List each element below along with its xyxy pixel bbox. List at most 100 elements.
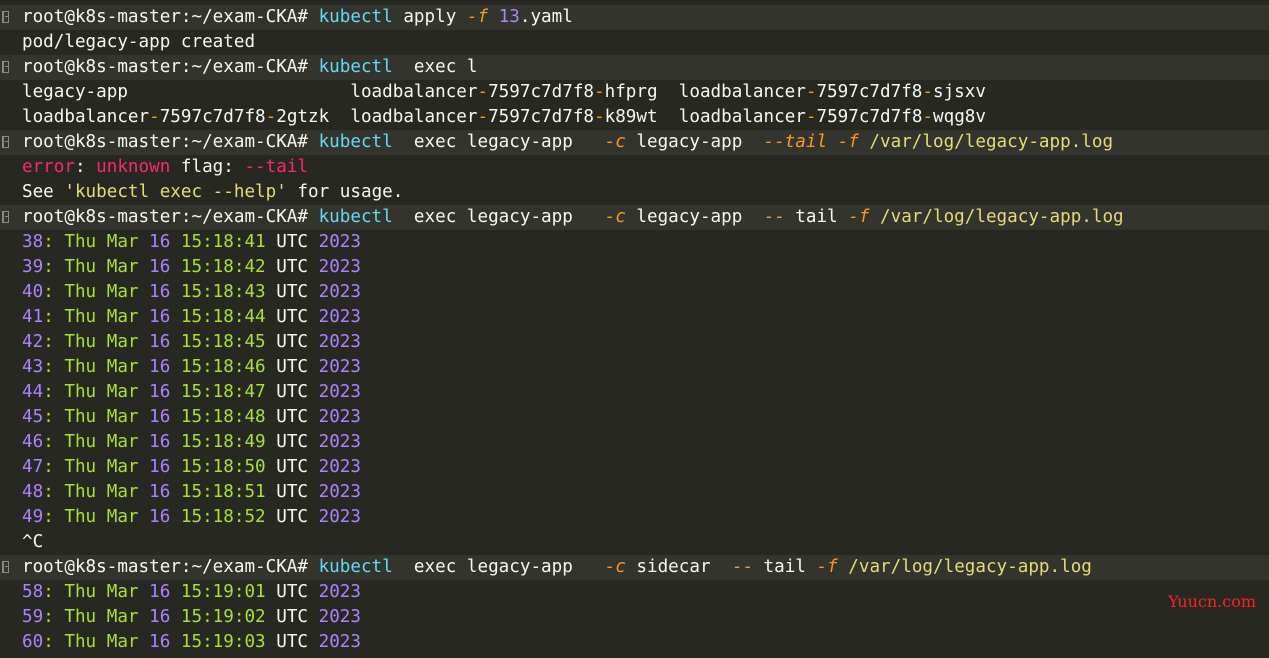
text-segment: root@k8s-master:~/exam-CKA# bbox=[22, 132, 319, 152]
text-segment: 15:19:02 bbox=[170, 607, 277, 627]
text-segment: 15:18:43 bbox=[170, 282, 277, 302]
text-segment: root@k8s-master:~/exam-CKA# bbox=[22, 7, 319, 27]
text-segment: kubectl bbox=[318, 132, 393, 152]
prompt-marker-icon bbox=[2, 11, 9, 23]
text-segment: 15:18:47 bbox=[170, 382, 277, 402]
prompt-marker-icon bbox=[2, 211, 9, 223]
text-segment: UTC bbox=[276, 607, 319, 627]
text-segment: 15:18:45 bbox=[170, 332, 277, 352]
log-line: 47: Thu Mar 16 15:18:50 UTC 2023 bbox=[0, 455, 1269, 480]
text-segment: 49 bbox=[22, 507, 44, 527]
text-segment bbox=[488, 7, 499, 27]
text-segment: kubectl bbox=[318, 557, 393, 577]
log-line: 41: Thu Mar 16 15:18:44 UTC 2023 bbox=[0, 305, 1269, 330]
text-segment: 16 bbox=[149, 507, 171, 527]
command-line: root@k8s-master:~/exam-CKA# kubectl exec… bbox=[0, 55, 1269, 80]
text-segment: -- bbox=[731, 557, 753, 577]
text-segment: See bbox=[22, 182, 65, 202]
text-segment: legacy-app bbox=[625, 132, 764, 152]
text-segment: 15:18:50 bbox=[170, 457, 277, 477]
text-segment: 15:18:48 bbox=[170, 407, 277, 427]
text-segment: - bbox=[149, 107, 160, 127]
text-segment: 2023 bbox=[318, 607, 361, 627]
text-segment: : Thu Mar bbox=[43, 432, 150, 452]
text-segment: -f bbox=[837, 132, 859, 152]
text-segment: -c bbox=[604, 207, 626, 227]
text-segment: UTC bbox=[276, 332, 319, 352]
text-segment: 2gtzk loadbalancer bbox=[276, 107, 478, 127]
text-segment: 16 bbox=[149, 232, 171, 252]
log-line: 39: Thu Mar 16 15:18:42 UTC 2023 bbox=[0, 255, 1269, 280]
text-segment: /var/log/legacy-app.log bbox=[858, 132, 1114, 152]
text-segment: sidecar bbox=[625, 557, 732, 577]
text-segment: 2023 bbox=[318, 307, 361, 327]
text-segment: : Thu Mar bbox=[43, 507, 150, 527]
text-segment: 16 bbox=[149, 457, 171, 477]
text-segment: apply bbox=[392, 7, 467, 27]
text-segment: root@k8s-master:~/exam-CKA# bbox=[22, 57, 319, 77]
text-segment: : Thu Mar bbox=[43, 482, 150, 502]
text-segment: 2023 bbox=[318, 357, 361, 377]
text-segment: : Thu Mar bbox=[43, 307, 150, 327]
text-segment: root@k8s-master:~/exam-CKA# bbox=[22, 207, 319, 227]
text-segment: 58 bbox=[22, 582, 44, 602]
text-segment: exec legacy-app bbox=[392, 557, 605, 577]
text-segment: k89wt loadbalancer bbox=[604, 107, 806, 127]
output-line: error: unknown flag: --tail bbox=[0, 155, 1269, 180]
text-segment: - bbox=[477, 82, 489, 102]
text-segment: - bbox=[922, 82, 933, 102]
command-line: root@k8s-master:~/exam-CKA# kubectl exec… bbox=[0, 205, 1269, 230]
text-segment: 16 bbox=[149, 607, 171, 627]
text-segment: 42 bbox=[22, 332, 44, 352]
terminal-window[interactable]: root@k8s-master:~/exam-CKA# kubectl appl… bbox=[0, 0, 1269, 658]
command-line: root@k8s-master:~/exam-CKA# kubectl appl… bbox=[0, 5, 1269, 30]
text-segment: 15:18:49 bbox=[170, 432, 277, 452]
text-segment: : Thu Mar bbox=[43, 407, 150, 427]
text-segment: UTC bbox=[276, 432, 319, 452]
text-segment: 60 bbox=[22, 632, 44, 652]
text-segment: - bbox=[805, 82, 817, 102]
text-segment: 45 bbox=[22, 407, 44, 427]
log-line: 38: Thu Mar 16 15:18:41 UTC 2023 bbox=[0, 230, 1269, 255]
text-segment: - bbox=[477, 107, 489, 127]
text-segment: 15:19:01 bbox=[170, 582, 277, 602]
text-segment: ^C bbox=[22, 532, 44, 552]
text-segment: : Thu Mar bbox=[43, 382, 150, 402]
text-segment: UTC bbox=[276, 582, 319, 602]
text-segment: /var/log/legacy-app.log bbox=[869, 207, 1124, 227]
text-segment: : Thu Mar bbox=[43, 632, 150, 652]
text-segment: : Thu Mar bbox=[43, 257, 150, 277]
text-segment: 16 bbox=[149, 407, 171, 427]
text-segment: 41 bbox=[22, 307, 44, 327]
text-segment: UTC bbox=[276, 357, 319, 377]
text-segment: 2023 bbox=[318, 282, 361, 302]
text-segment: kubectl bbox=[318, 7, 393, 27]
text-segment: - bbox=[265, 107, 277, 127]
text-segment: UTC bbox=[276, 457, 319, 477]
text-segment: : Thu Mar bbox=[43, 582, 150, 602]
log-line: 60: Thu Mar 16 15:19:03 UTC 2023 bbox=[0, 630, 1269, 655]
text-segment: 2023 bbox=[318, 332, 361, 352]
text-segment: exec l bbox=[392, 57, 478, 77]
text-segment: /var/log/legacy-app.log bbox=[837, 557, 1092, 577]
text-segment: flag: bbox=[170, 157, 245, 177]
text-segment: UTC bbox=[276, 257, 319, 277]
text-segment: .yaml bbox=[519, 7, 573, 27]
text-segment: 16 bbox=[149, 382, 171, 402]
text-segment: 2023 bbox=[318, 232, 361, 252]
text-segment: tail bbox=[784, 207, 849, 227]
text-segment: UTC bbox=[276, 507, 319, 527]
text-segment: 15:18:46 bbox=[170, 357, 277, 377]
text-segment: 16 bbox=[149, 582, 171, 602]
text-segment: wqg8v bbox=[933, 107, 986, 127]
text-segment: for usage. bbox=[286, 182, 404, 202]
text-segment: -f bbox=[466, 7, 489, 27]
text-segment: 7597c7d7f8 bbox=[159, 107, 266, 127]
text-segment: 2023 bbox=[318, 257, 361, 277]
text-segment: UTC bbox=[276, 282, 319, 302]
text-segment: 47 bbox=[22, 457, 44, 477]
text-segment: error bbox=[22, 157, 75, 177]
text-segment bbox=[827, 132, 838, 152]
text-segment: 48 bbox=[22, 482, 44, 502]
command-line: root@k8s-master:~/exam-CKA# kubectl exec… bbox=[0, 130, 1269, 155]
